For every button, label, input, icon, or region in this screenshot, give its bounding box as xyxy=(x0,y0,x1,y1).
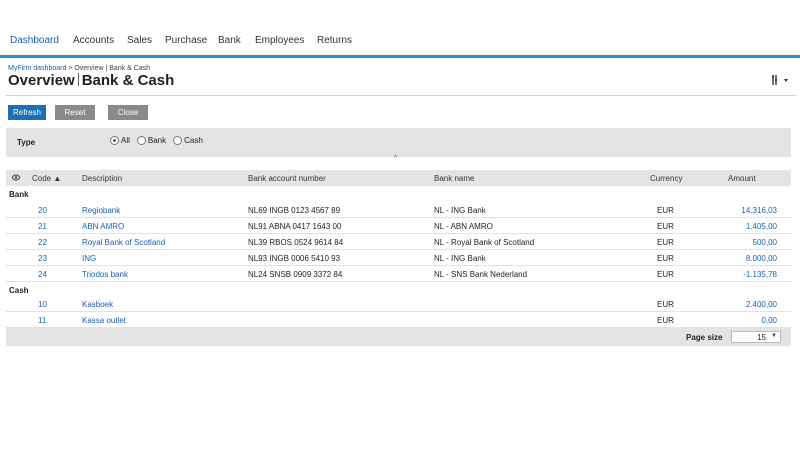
radio-cash[interactable]: Cash xyxy=(173,136,203,145)
tab-purchase[interactable]: Purchase xyxy=(165,35,207,46)
collapse-filter-caret-icon[interactable]: ^ xyxy=(394,155,397,162)
description-link[interactable]: Kasboek xyxy=(82,300,113,309)
bank-name: NL - Royal Bank of Scotland xyxy=(434,238,535,247)
title-divider xyxy=(77,73,79,86)
description-link[interactable]: Royal Bank of Scotland xyxy=(82,238,165,247)
page-size-value: 15 xyxy=(757,333,766,342)
currency: EUR xyxy=(657,222,674,231)
table-row: 23 ING NL93 INGB 0006 5410 93 NL - ING B… xyxy=(6,250,791,266)
code-link[interactable]: 23 xyxy=(38,254,47,263)
currency: EUR xyxy=(657,254,674,263)
group-header-bank: Bank xyxy=(6,186,791,202)
tab-sales[interactable]: Sales xyxy=(127,35,152,46)
table-row: 21 ABN AMRO NL91 ABNA 0417 1643 00 NL - … xyxy=(6,218,791,234)
table-row: 24 Triodos bank NL24 SNSB 0909 3372 84 N… xyxy=(6,266,791,282)
breadcrumb-root-link[interactable]: MyFirm dashboard xyxy=(8,65,66,72)
currency: EUR xyxy=(657,238,674,247)
code-link[interactable]: 24 xyxy=(38,270,47,279)
account-number: NL69 INGB 0123 4567 89 xyxy=(248,206,341,215)
radio-bank-label: Bank xyxy=(147,136,167,145)
page-title: Overview Bank & Cash xyxy=(8,72,174,89)
amount-link[interactable]: 2.400,00 xyxy=(746,300,777,309)
page-title-overview: Overview xyxy=(8,72,75,89)
column-header-code[interactable]: Code ▲ xyxy=(32,174,61,183)
tab-returns[interactable]: Returns xyxy=(317,35,352,46)
page-size-label: Page size xyxy=(686,333,723,342)
account-number: NL39 RBOS 0524 9614 84 xyxy=(248,238,344,247)
radio-cash-indicator[interactable] xyxy=(173,136,183,145)
amount-link[interactable]: -1.135,78 xyxy=(743,270,777,279)
column-chooser-icon[interactable] xyxy=(12,174,20,181)
type-filter-label: Type xyxy=(17,138,36,147)
tools-menu-icon[interactable] xyxy=(771,74,791,86)
code-link[interactable]: 22 xyxy=(38,238,47,247)
filter-panel: Type All Bank Cash xyxy=(6,128,791,157)
radio-bank[interactable]: Bank xyxy=(136,136,167,145)
column-header-bank-name[interactable]: Bank name xyxy=(434,174,474,183)
amount-link[interactable]: 500,00 xyxy=(753,238,777,247)
tab-dashboard[interactable]: Dashboard xyxy=(10,35,59,46)
breadcrumb: MyFirm dashboard > Overview | Bank & Cas… xyxy=(8,65,150,72)
currency: EUR xyxy=(657,206,674,215)
table-header: Code ▲ Description Bank account number B… xyxy=(6,170,791,186)
radio-bank-indicator[interactable] xyxy=(136,136,146,145)
title-divider-line xyxy=(6,95,796,96)
description-link[interactable]: Regiobank xyxy=(82,206,120,215)
amount-link[interactable]: 1.405,00 xyxy=(746,222,777,231)
code-link[interactable]: 11 xyxy=(38,316,46,325)
radio-all[interactable]: All xyxy=(110,136,130,145)
radio-cash-label: Cash xyxy=(184,136,203,145)
currency: EUR xyxy=(657,270,674,279)
column-header-amount[interactable]: Amount xyxy=(728,174,756,183)
tab-accounts[interactable]: Accounts xyxy=(73,35,114,46)
table-row: 20 Regiobank NL69 INGB 0123 4567 89 NL -… xyxy=(6,202,791,218)
table-row: 11 Kassa outlet EUR 0,00 xyxy=(6,312,791,328)
radio-all-indicator[interactable] xyxy=(110,136,119,145)
amount-link[interactable]: 0,00 xyxy=(761,316,777,325)
description-link[interactable]: ABN AMRO xyxy=(82,222,124,231)
currency: EUR xyxy=(657,300,674,309)
account-number: NL93 INGB 0006 5410 93 xyxy=(248,254,341,263)
amount-link[interactable]: 14.316,03 xyxy=(741,206,777,215)
bank-name: NL - ING Bank xyxy=(434,254,486,263)
breadcrumb-current: Overview | Bank & Cash xyxy=(74,65,151,72)
description-link[interactable]: ING xyxy=(82,254,96,263)
account-number: NL91 ABNA 0417 1643 00 xyxy=(248,222,342,231)
bank-name: NL - SNS Bank Nederland xyxy=(434,270,528,279)
page-title-section: Bank & Cash xyxy=(81,72,175,89)
bank-name: NL - ABN AMRO xyxy=(434,222,493,231)
tab-employees[interactable]: Employees xyxy=(255,35,304,46)
code-link[interactable]: 20 xyxy=(38,206,47,215)
dropdown-arrow-icon: ▼ xyxy=(771,333,777,339)
column-header-account[interactable]: Bank account number xyxy=(248,174,326,183)
type-radio-group: All Bank Cash xyxy=(110,136,203,145)
table-row: 10 Kasboek EUR 2.400,00 xyxy=(6,296,791,312)
close-button[interactable]: Close xyxy=(108,105,148,120)
description-link[interactable]: Triodos bank xyxy=(82,270,128,279)
account-number: NL24 SNSB 0909 3372 84 xyxy=(248,270,343,279)
page-size-select[interactable]: 15 ▼ xyxy=(731,331,781,343)
tab-bank[interactable]: Bank xyxy=(218,35,241,46)
code-link[interactable]: 10 xyxy=(38,300,47,309)
description-link[interactable]: Kassa outlet xyxy=(82,316,126,325)
reset-button[interactable]: Reset xyxy=(55,105,95,120)
amount-link[interactable]: 8.000,00 xyxy=(746,254,777,263)
radio-all-label: All xyxy=(121,136,130,145)
column-header-currency[interactable]: Currency xyxy=(650,174,682,183)
bank-name: NL - ING Bank xyxy=(434,206,486,215)
group-label: Bank xyxy=(9,190,29,199)
group-label: Cash xyxy=(9,286,29,295)
top-navigation: Dashboard Accounts Sales Purchase Bank E… xyxy=(0,0,800,58)
table-row: 22 Royal Bank of Scotland NL39 RBOS 0524… xyxy=(6,234,791,250)
grid-footer: Page size 15 ▼ xyxy=(6,328,791,346)
column-header-description[interactable]: Description xyxy=(82,174,122,183)
code-link[interactable]: 21 xyxy=(38,222,47,231)
refresh-button[interactable]: Refresh xyxy=(8,105,46,120)
currency: EUR xyxy=(657,316,674,325)
